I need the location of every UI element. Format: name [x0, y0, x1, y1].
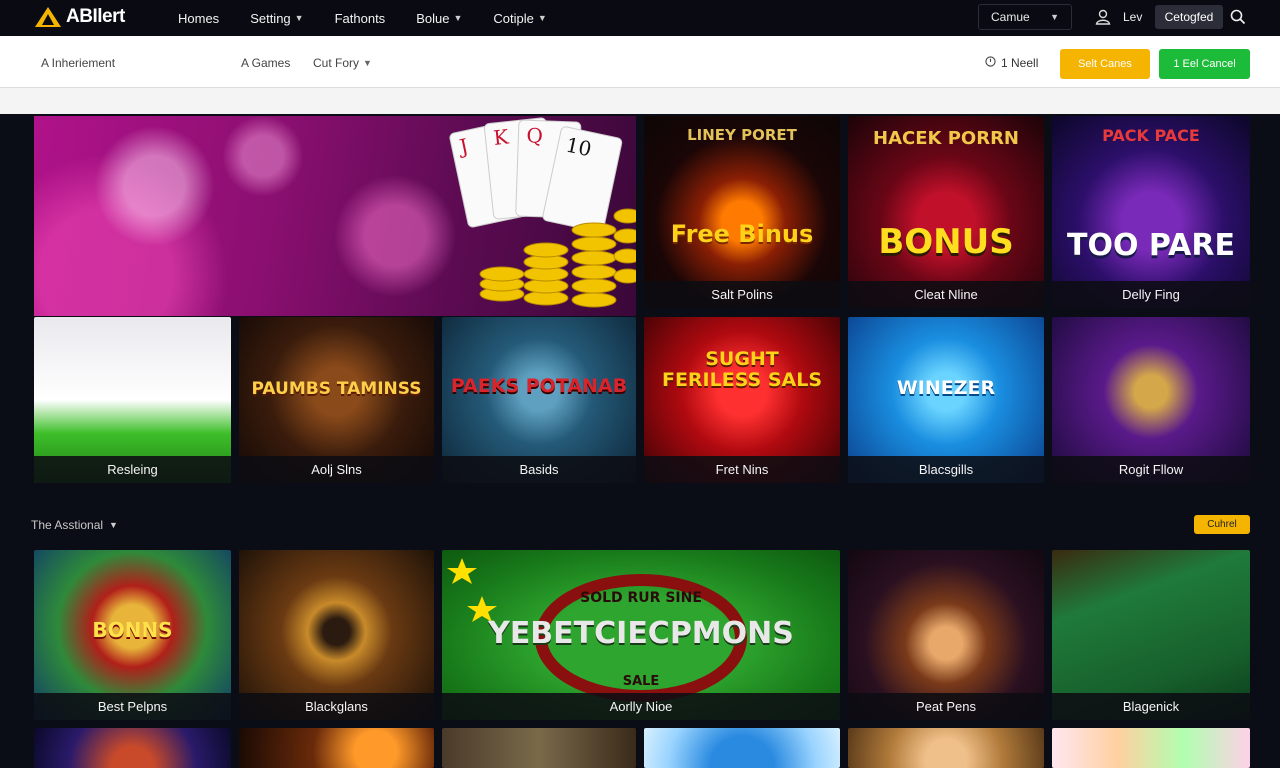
tile-art-title: SUGHT FERILESS SALS — [661, 348, 823, 391]
tile-art-title: PAEKS POTANAB — [450, 375, 628, 397]
tile-art — [34, 728, 231, 768]
card-rank: Q — [526, 123, 543, 148]
categories-button[interactable]: Cetogfed — [1155, 5, 1223, 29]
nav-link-label: Homes — [178, 10, 220, 26]
tile-art — [848, 728, 1044, 768]
hero-banner[interactable]: J K Q 10 — [34, 116, 636, 316]
tile-art-title: TOO PARE — [1067, 228, 1235, 263]
tile-caption: Blackglans — [239, 693, 434, 720]
game-tile[interactable] — [34, 728, 231, 768]
games-link[interactable]: A Games — [241, 56, 290, 70]
game-tile[interactable]: BONNS Best Pelpns — [34, 550, 231, 720]
tile-caption: Blagenick — [1052, 693, 1250, 720]
game-tile[interactable] — [644, 728, 840, 768]
game-tile[interactable]: PAUMBS TAMINSS Aolj Slns — [239, 317, 434, 483]
chevron-down-icon: ▼ — [537, 13, 547, 23]
chevron-down-icon: ▼ — [453, 13, 463, 23]
nav-link-label: Bolue — [416, 10, 450, 26]
tile-art-title: PAUMBS TAMINSS — [251, 379, 422, 399]
chevron-down-icon: ▼ — [363, 58, 372, 68]
clock-icon — [985, 56, 996, 70]
tile-art-heading: LINEY PORET — [687, 126, 797, 144]
divider-band — [0, 88, 1280, 114]
search-icon[interactable] — [1229, 8, 1247, 26]
cancel-button[interactable]: 1 Eel Cancel — [1159, 49, 1250, 79]
game-tile[interactable] — [1052, 728, 1250, 768]
tile-caption: Delly Fing — [1052, 281, 1250, 308]
filter-dropdown[interactable]: Cut Fory ▼ — [313, 56, 372, 70]
top-navbar: ABIlert Homes Setting ▼ Fathonts Bolue ▼ C… — [0, 0, 1280, 36]
game-tile[interactable]: Rogit Fllow — [1052, 317, 1250, 483]
tile-caption: Fret Nins — [644, 456, 840, 483]
game-tile[interactable]: Peat Pens — [848, 550, 1044, 720]
nav-link-label: Fathonts — [334, 10, 386, 26]
page-title: A Inheriement — [41, 56, 116, 70]
game-tile[interactable]: Blagenick — [1052, 550, 1250, 720]
tile-caption: Aorlly Nioe — [442, 693, 840, 720]
nav-link-label: Cotiple — [493, 10, 534, 26]
game-tile[interactable] — [848, 728, 1044, 768]
tile-art-title: BONUS — [878, 222, 1014, 262]
nav-link-label: Setting — [250, 10, 291, 26]
tile-art — [239, 728, 434, 768]
nav-link-cotiple[interactable]: Cotiple ▼ — [493, 11, 546, 26]
tile-art — [442, 728, 636, 768]
game-tile[interactable]: SOLD RUR SINE YEBETCIECPMONS SALE Aorlly… — [442, 550, 840, 720]
game-select[interactable]: Camue ▼ — [978, 4, 1072, 30]
tile-caption: Best Pelpns — [34, 693, 231, 720]
tile-caption: Aolj Slns — [239, 456, 434, 483]
main-nav: Homes Setting ▼ Fathonts Bolue ▼ Cotiple ▼ — [178, 0, 578, 36]
tile-art-title: BONNS — [92, 618, 173, 642]
user-icon[interactable] — [1094, 8, 1112, 26]
game-tile[interactable]: PACK PACE TOO PARE Delly Fing — [1052, 116, 1250, 308]
logo-icon — [34, 6, 62, 28]
game-tile[interactable]: LINEY PORET Free Binus Salt Polins — [644, 116, 840, 308]
tile-art-heading: HACEK PORRN — [873, 128, 1019, 149]
nav-link-setting[interactable]: Setting ▼ — [250, 11, 303, 26]
chevron-down-icon: ▼ — [294, 13, 304, 23]
timer-value: 1 Neell — [1001, 56, 1039, 70]
tile-caption: Basids — [442, 456, 636, 483]
tile-art — [644, 728, 840, 768]
chevron-down-icon: ▼ — [1050, 12, 1059, 22]
hero-art: J K Q 10 — [449, 117, 636, 308]
tile-art-footer: SALE — [622, 674, 660, 689]
tile-caption: Rogit Fllow — [1052, 456, 1250, 483]
game-tile[interactable] — [239, 728, 434, 768]
game-tile[interactable] — [442, 728, 636, 768]
tile-art-title: WINEZER — [896, 377, 996, 399]
timer: 1 Neell — [985, 56, 1038, 70]
game-tile[interactable]: PAEKS POTANAB Basids — [442, 317, 636, 483]
game-tile[interactable]: HACEK PORRN BONUS Cleat Nline — [848, 116, 1044, 308]
section-title: The Asstional — [31, 518, 104, 532]
tile-art-heading: PACK PACE — [1102, 126, 1200, 145]
user-name[interactable]: Lev — [1123, 10, 1142, 24]
nav-link-bolue[interactable]: Bolue ▼ — [416, 11, 462, 26]
sell-games-button[interactable]: Selt Canes — [1060, 49, 1150, 79]
game-tile[interactable]: SUGHT FERILESS SALS Fret Nins — [644, 317, 840, 483]
tile-art — [1052, 728, 1250, 768]
brand-name: ABIlert — [66, 6, 125, 27]
nav-link-fathonts[interactable]: Fathonts — [335, 11, 386, 26]
brand-logo[interactable]: ABIlert — [34, 6, 125, 28]
tile-art-title: Free Binus — [670, 220, 814, 248]
game-select-value: Camue — [991, 10, 1030, 24]
section-dropdown[interactable]: The Asstional ▼ — [31, 518, 118, 532]
tile-art — [644, 116, 840, 308]
control-button[interactable]: Cuhrel — [1194, 515, 1250, 534]
tile-caption: Salt Polins — [644, 281, 840, 308]
filter-label: Cut Fory — [313, 56, 360, 70]
tile-caption: Peat Pens — [848, 693, 1044, 720]
game-tile[interactable]: Resleing — [34, 317, 231, 483]
game-tile[interactable]: Blackglans — [239, 550, 434, 720]
sub-toolbar: A Inheriement A Games Cut Fory ▼ 1 Neell… — [0, 36, 1280, 88]
nav-link-homes[interactable]: Homes — [178, 11, 219, 26]
tile-caption: Resleing — [34, 456, 231, 483]
chevron-down-icon: ▼ — [109, 520, 118, 530]
tile-caption: Cleat Nline — [848, 281, 1044, 308]
tile-art-heading: SOLD RUR SINE — [580, 590, 702, 606]
tile-art-title: YEBETCIECPMONS — [488, 616, 794, 651]
tile-caption: Blacsgills — [848, 456, 1044, 483]
game-tile[interactable]: WINEZER Blacsgills — [848, 317, 1044, 483]
